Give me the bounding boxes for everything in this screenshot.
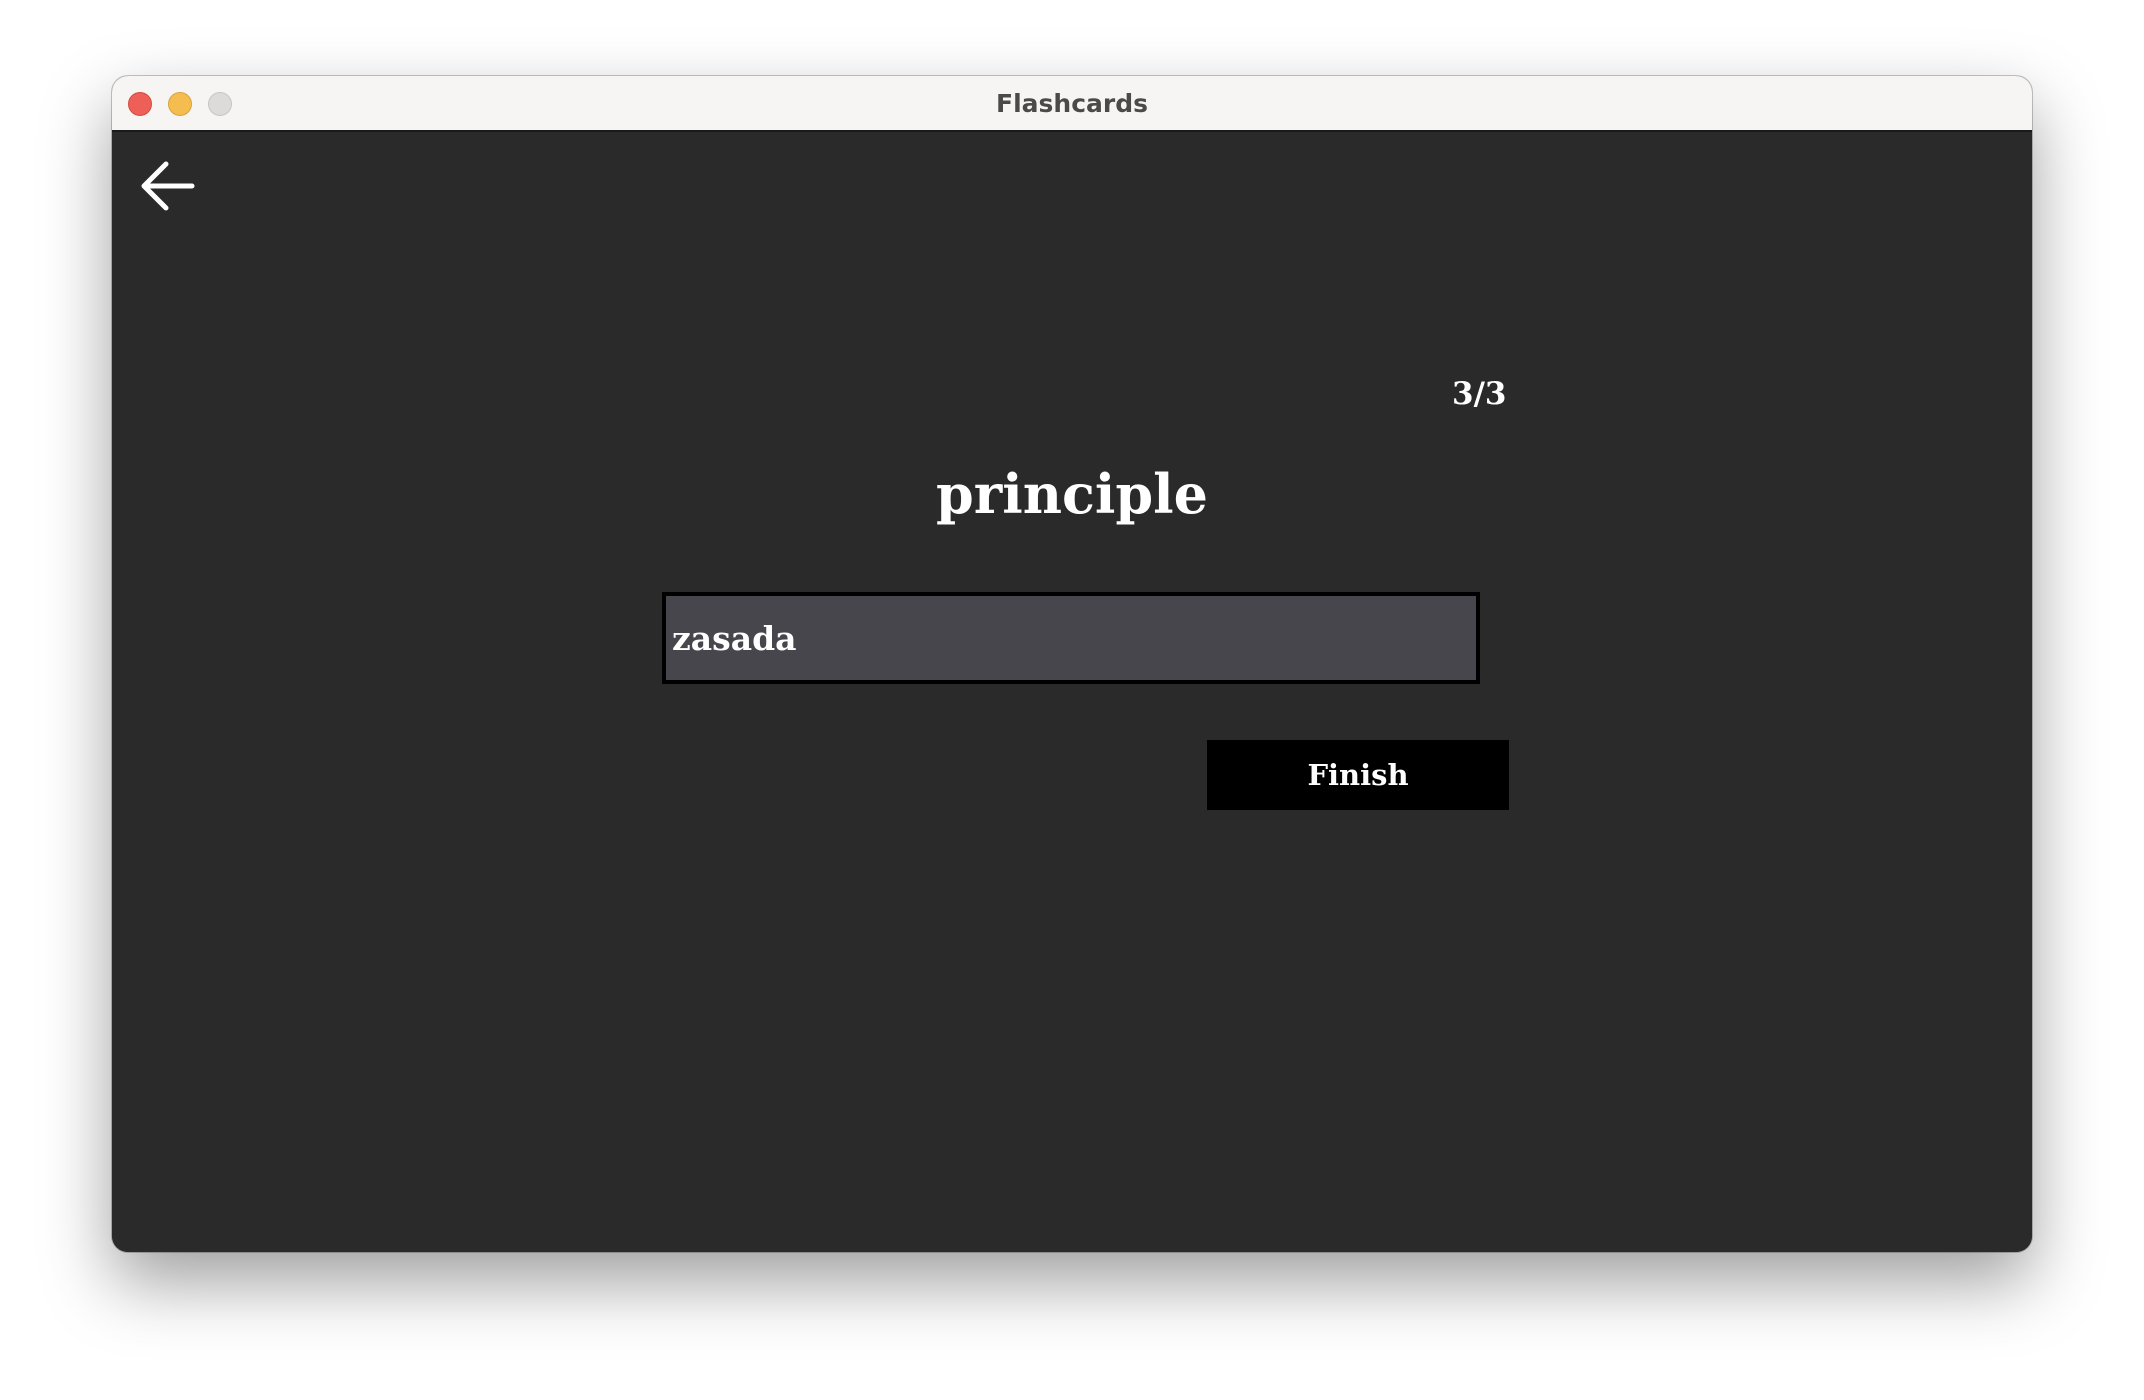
back-button[interactable] <box>140 158 196 214</box>
app-window: Flashcards 3/3 principle Finish <box>112 76 2032 1252</box>
flashcard-word: principle <box>935 462 1208 526</box>
title-bar: Flashcards <box>112 76 2032 132</box>
answer-input[interactable] <box>662 592 1480 684</box>
flashcard-screen: 3/3 principle Finish <box>112 132 2032 1252</box>
arrow-left-icon <box>141 161 195 211</box>
card-counter: 3/3 <box>1452 376 1507 412</box>
finish-button[interactable]: Finish <box>1207 740 1509 810</box>
window-title: Flashcards <box>996 89 1148 118</box>
